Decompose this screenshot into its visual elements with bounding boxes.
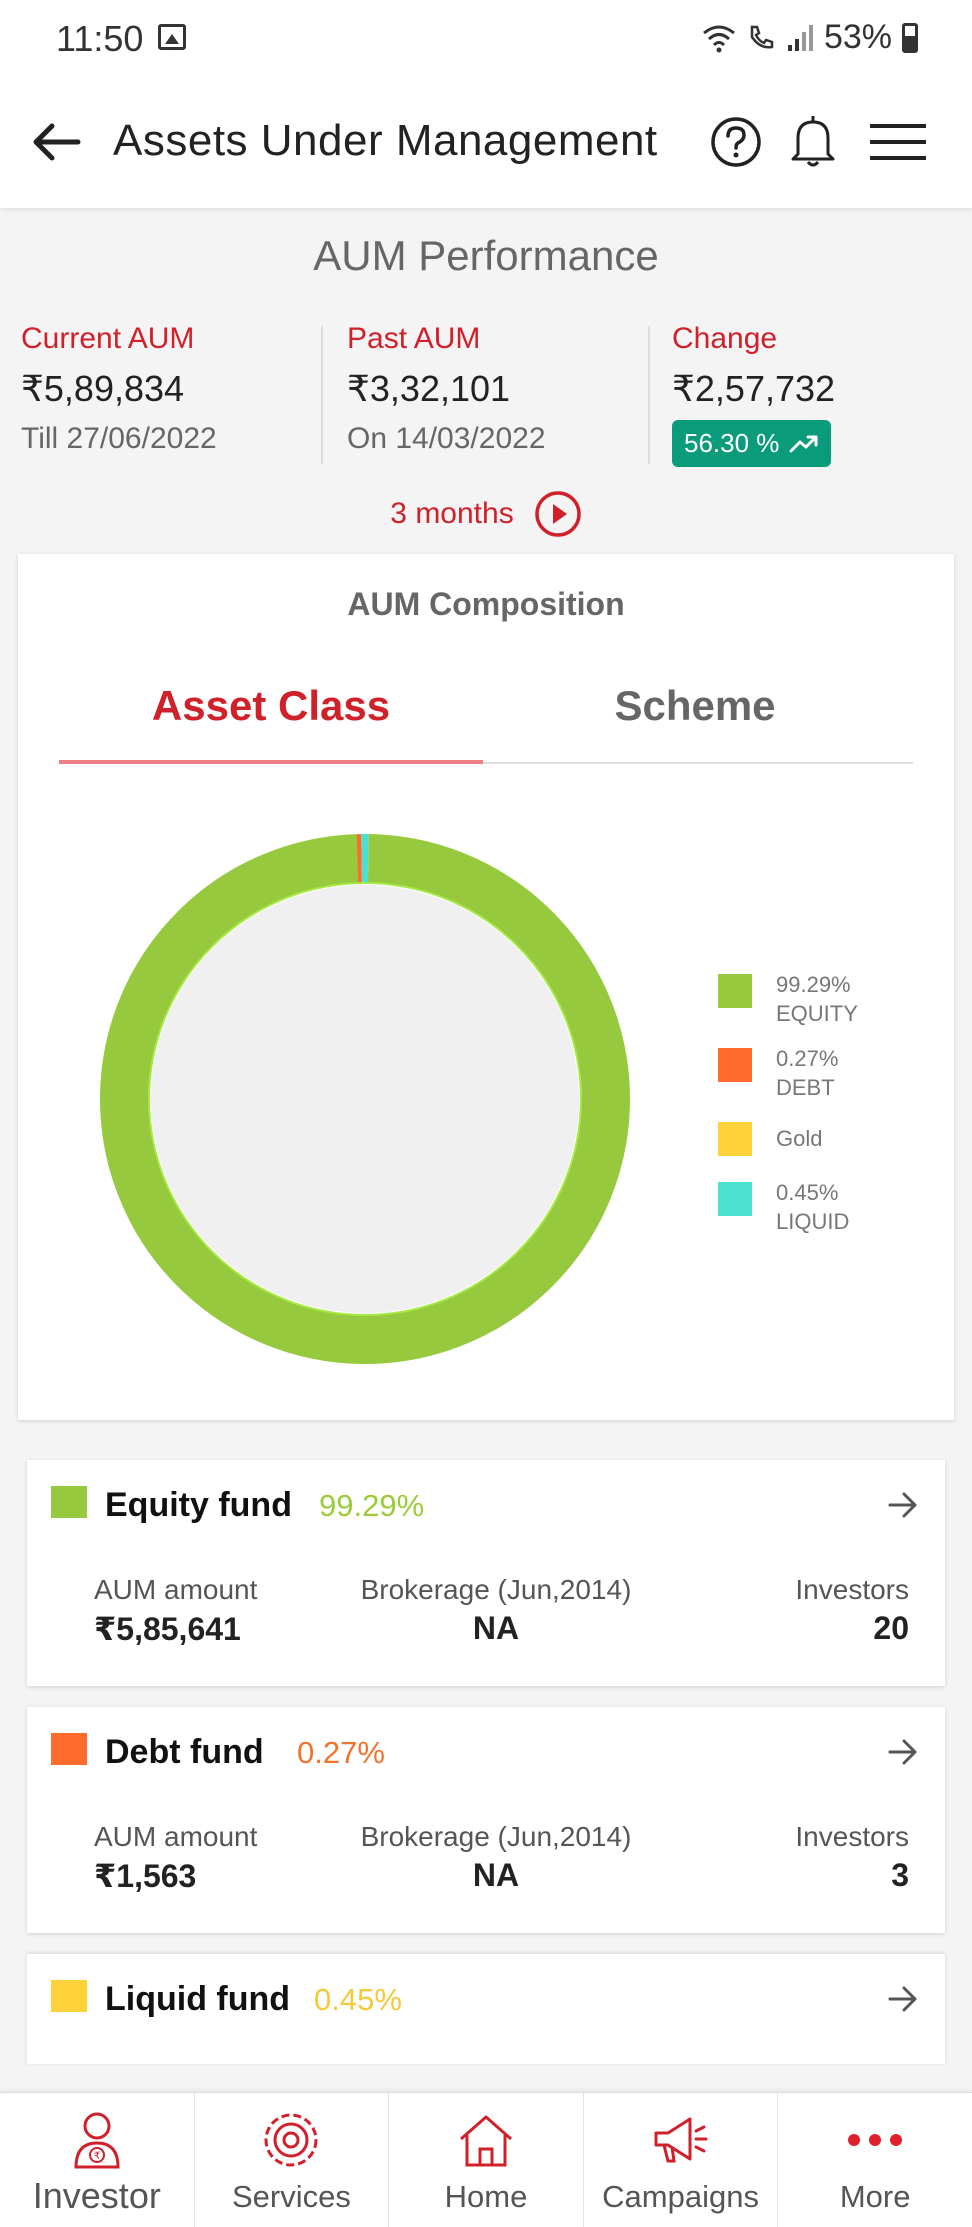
trending-up-icon xyxy=(789,435,818,452)
status-bar: 11:50 53% xyxy=(0,0,972,76)
bell-icon[interactable] xyxy=(788,112,838,170)
fund-color-swatch xyxy=(51,1486,87,1518)
fund-name: Liquid fund xyxy=(105,1980,291,2018)
brokerage-label: Brokerage (Jun,2014) xyxy=(360,1574,632,1605)
fund-percent: 0.45% xyxy=(314,1982,402,2017)
aum-amount-value: ₹5,85,641 xyxy=(94,1611,241,1647)
nav-services[interactable]: Services xyxy=(195,2093,390,2227)
past-aum-date: On 14/03/2022 xyxy=(347,422,546,455)
brokerage-value: NA xyxy=(472,1857,520,1893)
active-tab-indicator xyxy=(59,760,483,764)
nav-investor[interactable]: ₹ Investor xyxy=(0,2093,195,2227)
home-icon xyxy=(459,2115,512,2167)
nav-label: Services xyxy=(231,2179,351,2214)
aum-amount-label: AUM amount xyxy=(94,1574,258,1605)
hamburger-menu-icon[interactable] xyxy=(868,118,928,166)
wifi-icon xyxy=(703,25,735,52)
current-aum-date: Till 27/06/2022 xyxy=(21,422,217,455)
legend-percent: 0.45% xyxy=(776,1180,839,1205)
current-aum-block: Current AUM ₹5,89,834 Till 27/06/2022 xyxy=(21,322,217,456)
play-circle-icon[interactable] xyxy=(534,490,582,538)
megaphone-icon xyxy=(654,2117,708,2163)
investors-label: Investors xyxy=(795,1574,909,1605)
legend-swatch xyxy=(718,1122,752,1156)
fund-color-swatch xyxy=(51,1733,87,1765)
legend-name: Gold xyxy=(776,1126,823,1151)
asset-class-donut-chart xyxy=(100,834,630,1364)
arrow-right-icon[interactable] xyxy=(887,1737,919,1767)
aum-performance-title: AUM Performance xyxy=(313,232,659,279)
battery-icon xyxy=(902,22,918,53)
change-percent: 56.30 % xyxy=(684,428,780,458)
nav-home[interactable]: Home xyxy=(389,2093,584,2227)
arrow-right-icon[interactable] xyxy=(887,1490,919,1520)
svg-text:₹: ₹ xyxy=(94,2151,100,2162)
brokerage-label: Brokerage (Jun,2014) xyxy=(360,1821,632,1852)
period-selector[interactable]: 3 months xyxy=(0,490,972,538)
perf-divider xyxy=(321,326,323,464)
legend-percent: 99.29% xyxy=(776,972,851,997)
legend-percent: 0.27% xyxy=(776,1046,839,1071)
fund-card-liquid[interactable]: Liquid fund 0.45% xyxy=(27,1954,945,2064)
app-header: Assets Under Management xyxy=(0,76,972,208)
aum-amount-label: AUM amount xyxy=(94,1821,258,1852)
tab-asset-class[interactable]: Asset Class xyxy=(59,682,483,730)
fund-card-debt[interactable]: Debt fund 0.27% AUM amount ₹1,563 Broker… xyxy=(27,1707,945,1933)
back-arrow-icon[interactable] xyxy=(28,114,84,170)
signal-icon xyxy=(787,24,813,51)
fund-percent: 0.27% xyxy=(297,1735,385,1770)
past-aum-block: Past AUM ₹3,32,101 On 14/03/2022 xyxy=(347,322,546,456)
nav-more[interactable]: More xyxy=(778,2093,972,2227)
nav-campaigns[interactable]: Campaigns xyxy=(584,2093,779,2227)
investors-value: 20 xyxy=(873,1610,909,1646)
status-time: 11:50 xyxy=(56,18,144,59)
nav-label: Home xyxy=(444,2179,528,2214)
fund-percent: 99.29% xyxy=(319,1488,425,1523)
change-block: Change ₹2,57,732 56.30 % xyxy=(672,322,835,467)
nav-label: Campaigns xyxy=(602,2179,759,2214)
current-aum-amount: ₹5,89,834 xyxy=(21,368,185,409)
more-dots-icon xyxy=(848,2134,903,2146)
investor-icon: ₹ xyxy=(74,2112,120,2169)
legend-swatch xyxy=(718,1048,752,1082)
change-amount: ₹2,57,732 xyxy=(672,368,836,409)
wifi-call-icon xyxy=(750,25,774,49)
past-aum-label: Past AUM xyxy=(347,322,481,355)
legend-name: DEBT xyxy=(776,1075,835,1100)
legend-name: EQUITY xyxy=(776,1001,858,1026)
services-gear-icon xyxy=(264,2113,318,2167)
arrow-right-icon[interactable] xyxy=(887,1984,919,2014)
aum-composition-card: AUM Composition Asset Class Scheme 99.29… xyxy=(18,554,954,1420)
current-aum-label: Current AUM xyxy=(21,322,195,355)
perf-divider xyxy=(648,326,650,464)
fund-name: Equity fund xyxy=(105,1486,292,1524)
bottom-navigation: ₹ Investor Services Home Campaigns More xyxy=(0,2092,972,2227)
brokerage-value: NA xyxy=(472,1610,520,1646)
donut-center xyxy=(151,885,579,1313)
gallery-notification-icon xyxy=(158,24,186,50)
legend-swatch xyxy=(718,974,752,1008)
change-label: Change xyxy=(672,322,778,355)
period-label: 3 months xyxy=(390,497,514,530)
change-percent-badge: 56.30 % xyxy=(672,420,832,467)
investors-label: Investors xyxy=(795,1821,909,1852)
help-icon[interactable] xyxy=(708,114,764,170)
nav-label: More xyxy=(839,2179,911,2214)
investors-value: 3 xyxy=(891,1857,909,1893)
status-right: 53% xyxy=(702,18,918,57)
fund-name: Debt fund xyxy=(105,1733,264,1771)
battery-percent: 53% xyxy=(823,18,892,56)
nav-label: Investor xyxy=(32,2175,161,2216)
page-title: Assets Under Management xyxy=(113,116,658,165)
legend-name: LIQUID xyxy=(776,1209,850,1234)
fund-card-equity[interactable]: Equity fund 99.29% AUM amount ₹5,85,641 … xyxy=(27,1460,945,1686)
aum-composition-title: AUM Composition xyxy=(347,586,625,622)
legend-swatch xyxy=(718,1182,752,1216)
tab-scheme[interactable]: Scheme xyxy=(483,682,907,730)
fund-color-swatch xyxy=(51,1980,87,2012)
past-aum-amount: ₹3,32,101 xyxy=(347,368,511,409)
aum-amount-value: ₹1,563 xyxy=(94,1858,197,1894)
